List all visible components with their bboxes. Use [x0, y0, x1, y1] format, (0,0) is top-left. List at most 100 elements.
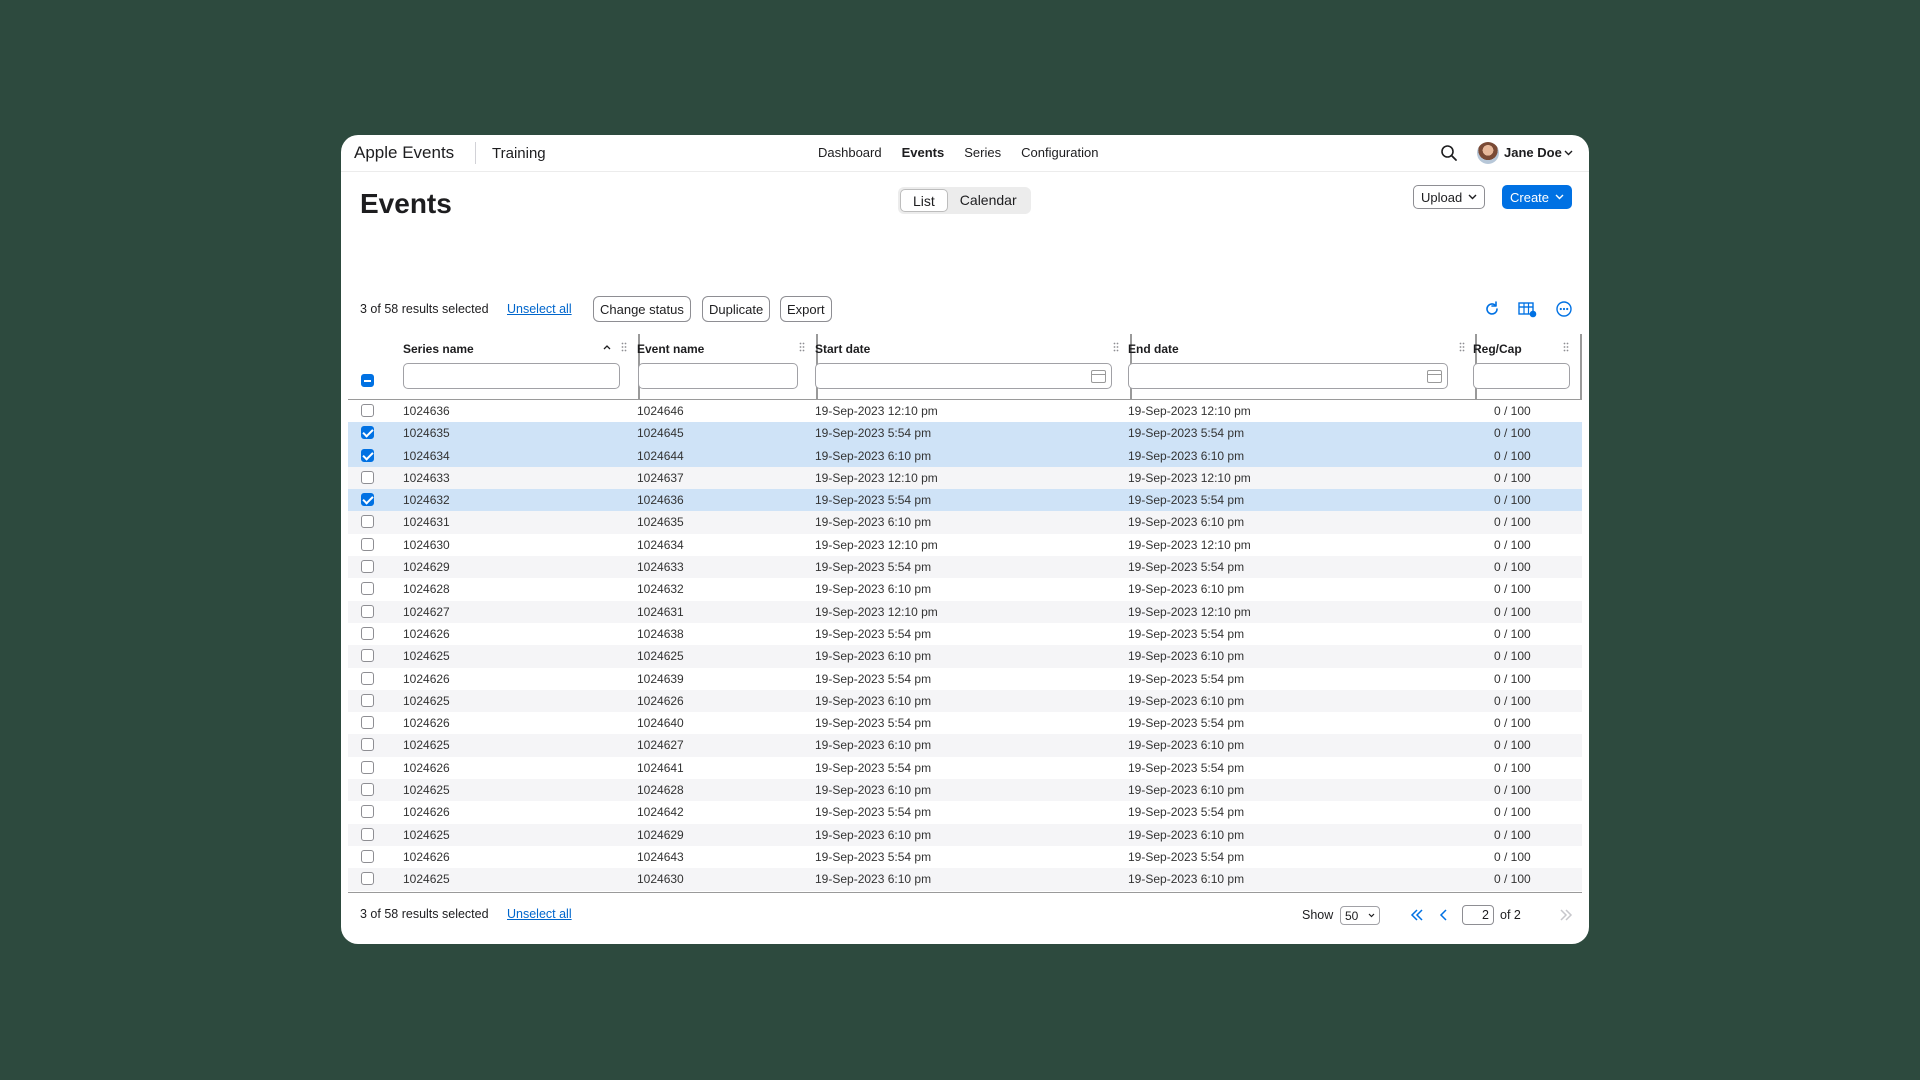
view-list-button[interactable]: List	[900, 189, 948, 212]
unselect-all-link[interactable]: Unselect all	[507, 302, 572, 316]
last-page-icon[interactable]	[1559, 908, 1573, 922]
table-row[interactable]: 1024625 1024626 19-Sep-2023 6:10 pm 19-Sep-…	[348, 689, 1582, 713]
grip-icon[interactable]	[621, 342, 627, 352]
table-row[interactable]: 1024628 1024632 19-Sep-2023 6:10 pm 19-Sep-…	[348, 578, 1582, 600]
refresh-icon[interactable]	[1482, 299, 1502, 319]
column-header-event[interactable]: Event name	[637, 342, 704, 356]
reg-filter-input[interactable]	[1473, 363, 1570, 389]
column-header-series[interactable]: Series name	[403, 342, 474, 356]
row-checkbox[interactable]	[361, 716, 374, 730]
table-row[interactable]: 1024626 1024642 19-Sep-2023 5:54 pm 19-Sep-…	[348, 801, 1582, 823]
end-date-cell: 19-Sep-2023 12:10 pm	[1128, 537, 1251, 552]
sort-asc-icon[interactable]	[603, 344, 611, 350]
more-icon[interactable]	[1554, 299, 1574, 319]
column-header-end[interactable]: End date	[1128, 342, 1179, 356]
row-checkbox[interactable]	[361, 783, 374, 797]
row-checkbox[interactable]	[361, 872, 374, 886]
view-calendar-button[interactable]: Calendar	[948, 189, 1029, 212]
row-checkbox[interactable]	[361, 738, 374, 752]
table-row[interactable]: 1024626 1024640 19-Sep-2023 5:54 pm 19-Sep-…	[348, 712, 1582, 734]
event-name-cell: 1024634	[637, 537, 684, 552]
event-filter-input[interactable]	[638, 363, 798, 389]
series-name-cell: 1024626	[403, 849, 450, 864]
row-checkbox[interactable]	[361, 626, 374, 640]
user-menu[interactable]: Jane Doe	[1504, 145, 1573, 160]
column-resizer[interactable]	[1580, 334, 1582, 400]
table-row[interactable]: 1024626 1024643 19-Sep-2023 5:54 pm 19-Sep-…	[348, 846, 1582, 868]
prev-page-icon[interactable]	[1437, 908, 1451, 922]
row-checkbox[interactable]	[361, 560, 374, 574]
column-header-start[interactable]: Start date	[815, 342, 870, 356]
search-icon[interactable]	[1440, 144, 1458, 162]
table-row[interactable]: 1024635 1024645 19-Sep-2023 5:54 pm 19-Sep-…	[348, 422, 1582, 445]
row-checkbox[interactable]	[361, 426, 374, 440]
brand-title[interactable]: Apple Events	[354, 143, 454, 163]
row-checkbox[interactable]	[361, 448, 374, 462]
table-row[interactable]: 1024625 1024630 19-Sep-2023 6:10 pm 19-Sep-…	[348, 868, 1582, 891]
series-name-cell: 1024625	[403, 827, 450, 842]
row-checkbox[interactable]	[361, 649, 374, 663]
end-date-cell: 19-Sep-2023 5:54 pm	[1128, 805, 1245, 820]
start-date-cell: 19-Sep-2023 6:10 pm	[815, 783, 932, 798]
series-filter-input[interactable]	[403, 363, 620, 389]
table-row[interactable]: 1024625 1024625 19-Sep-2023 6:10 pm 19-Sep-…	[348, 645, 1582, 668]
row-checkbox[interactable]	[361, 693, 374, 707]
table-row[interactable]: 1024633 1024637 19-Sep-2023 12:10 pm 19-Sep…	[348, 466, 1582, 490]
table-row[interactable]: 1024625 1024628 19-Sep-2023 6:10 pm 19-Sep-…	[348, 779, 1582, 802]
column-header-reg[interactable]: Reg/Cap	[1473, 342, 1522, 356]
grip-icon[interactable]	[1563, 342, 1569, 352]
calendar-icon[interactable]	[1091, 370, 1106, 383]
table-row[interactable]: 1024627 1024631 19-Sep-2023 12:10 pm 19-Sep…	[348, 600, 1582, 623]
app-window: Apple Events Training Dashboard Events S…	[341, 135, 1589, 944]
start-date-filter-input[interactable]	[815, 363, 1112, 389]
table-row[interactable]: 1024636 1024646 19-Sep-2023 12:10 pm 19-Sep…	[348, 400, 1582, 422]
table-row[interactable]: 1024630 1024634 19-Sep-2023 12:10 pm 19-Sep…	[348, 534, 1582, 556]
row-checkbox[interactable]	[361, 537, 374, 551]
table-row[interactable]: 1024625 1024629 19-Sep-2023 6:10 pm 19-Sep-…	[348, 823, 1582, 846]
grip-icon[interactable]	[1459, 342, 1465, 352]
row-checkbox[interactable]	[361, 760, 374, 774]
page-size-select[interactable]: 50	[1340, 906, 1380, 925]
page-number-input[interactable]: 2	[1462, 905, 1494, 925]
first-page-icon[interactable]	[1410, 908, 1424, 922]
row-checkbox[interactable]	[361, 604, 374, 618]
nav-dashboard[interactable]: Dashboard	[818, 145, 882, 160]
nav-events[interactable]: Events	[902, 145, 945, 160]
table-row[interactable]: 1024626 1024638 19-Sep-2023 5:54 pm 19-Sep-…	[348, 623, 1582, 645]
table-settings-icon[interactable]	[1517, 299, 1537, 319]
end-date-filter-input[interactable]	[1128, 363, 1448, 389]
footer-selection-count: 3 of 58 results selected	[360, 907, 489, 921]
table-row[interactable]: 1024626 1024639 19-Sep-2023 5:54 pm 19-Sep-…	[348, 668, 1582, 690]
table-row[interactable]: 1024629 1024633 19-Sep-2023 5:54 pm 19-Sep-…	[348, 556, 1582, 579]
table-row[interactable]: 1024632 1024636 19-Sep-2023 5:54 pm 19-Sep-…	[348, 489, 1582, 512]
grip-icon[interactable]	[799, 342, 805, 352]
start-date-cell: 19-Sep-2023 12:10 pm	[815, 404, 938, 418]
nav-configuration[interactable]: Configuration	[1021, 145, 1098, 160]
grip-icon[interactable]	[1113, 342, 1119, 352]
footer-unselect-all-link[interactable]: Unselect all	[507, 907, 572, 921]
table-row[interactable]: 1024625 1024627 19-Sep-2023 6:10 pm 19-Sep-…	[348, 734, 1582, 757]
export-button[interactable]: Export	[780, 296, 832, 322]
event-name-cell: 1024628	[637, 783, 684, 798]
table-row[interactable]: 1024634 1024644 19-Sep-2023 6:10 pm 19-Sep-…	[348, 444, 1582, 467]
row-checkbox[interactable]	[361, 582, 374, 596]
create-button[interactable]: Create	[1502, 185, 1573, 209]
row-checkbox[interactable]	[361, 515, 374, 529]
select-all-checkbox[interactable]	[361, 374, 374, 387]
calendar-icon[interactable]	[1427, 370, 1442, 383]
row-checkbox[interactable]	[361, 827, 374, 841]
row-checkbox[interactable]	[361, 849, 374, 863]
change-status-button[interactable]: Change status	[593, 296, 691, 322]
row-checkbox[interactable]	[361, 805, 374, 819]
row-checkbox[interactable]	[361, 493, 374, 507]
table-row[interactable]: 1024631 1024635 19-Sep-2023 6:10 pm 19-Sep-…	[348, 511, 1582, 534]
nav-series[interactable]: Series	[964, 145, 1001, 160]
duplicate-button[interactable]: Duplicate	[702, 296, 771, 322]
avatar[interactable]	[1477, 142, 1499, 164]
table-row[interactable]: 1024626 1024641 19-Sep-2023 5:54 pm 19-Sep-…	[348, 757, 1582, 779]
upload-button[interactable]: Upload	[1413, 185, 1486, 209]
row-checkbox[interactable]	[361, 671, 374, 685]
row-checkbox[interactable]	[361, 470, 374, 484]
row-checkbox[interactable]	[361, 404, 374, 417]
reg-cap-cell: 0 / 100	[1494, 827, 1531, 842]
